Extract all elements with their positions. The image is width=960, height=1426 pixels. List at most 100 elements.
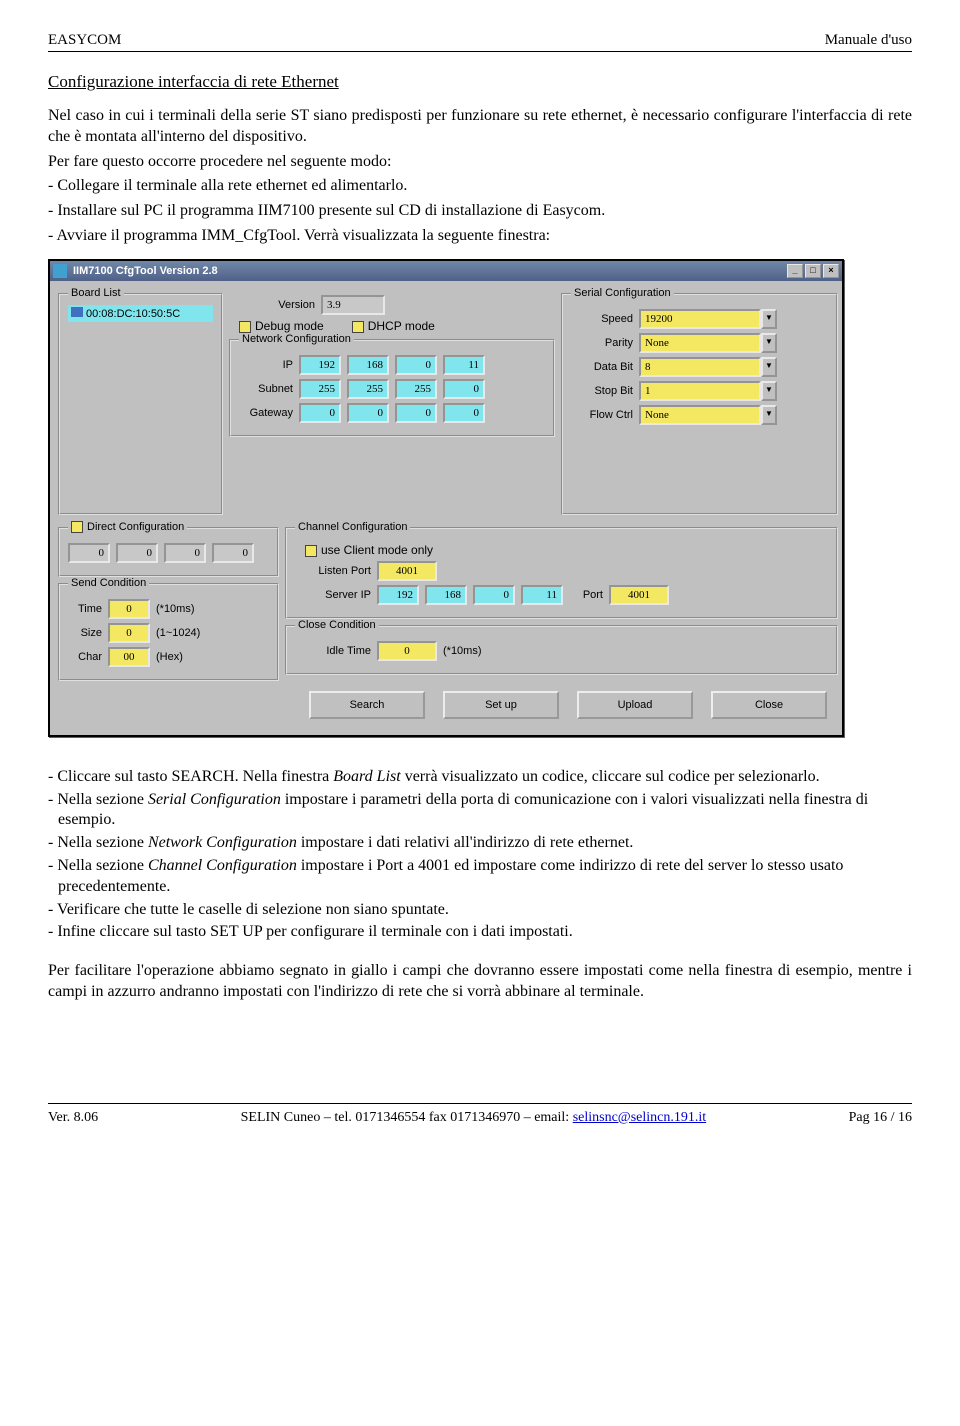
listen-port-field[interactable]: 4001 [377, 561, 437, 581]
gateway-field-1[interactable]: 0 [299, 403, 341, 423]
footer-contact: SELIN Cuneo – tel. 0171346554 fax 017134… [241, 1110, 707, 1126]
maximize-button[interactable]: □ [805, 264, 821, 278]
step-top-3: - Avviare il programma IMM_CfgTool. Verr… [48, 226, 912, 247]
serverip-field-2[interactable]: 168 [425, 585, 467, 605]
intro-paragraph-2: Per fare questo occorre procedere nel se… [48, 152, 912, 173]
footer-page: Pag 16 / 16 [849, 1110, 912, 1126]
direct-checkbox[interactable] [71, 521, 83, 533]
time-suffix: (*10ms) [156, 603, 195, 615]
parity-select[interactable]: None▼ [639, 333, 777, 353]
databit-select[interactable]: 8▼ [639, 357, 777, 377]
server-ip-label: Server IP [295, 589, 371, 601]
step-bottom-5: - Verificare che tutte le caselle di sel… [48, 900, 912, 921]
serial-config-legend: Serial Configuration [571, 287, 674, 299]
size-field[interactable]: 0 [108, 623, 150, 643]
center-top-column: Version 3.9 Debug mode DHCP mode Network… [229, 287, 555, 515]
header-rule [48, 51, 912, 52]
ip-field-4[interactable]: 11 [443, 355, 485, 375]
subnet-field-3[interactable]: 255 [395, 379, 437, 399]
char-field[interactable]: 00 [108, 647, 150, 667]
chevron-down-icon: ▼ [761, 309, 777, 329]
app-window: IIM7100 CfgTool Version 2.8 _ □ × Board … [48, 259, 844, 737]
time-label: Time [68, 603, 102, 615]
titlebar: IIM7100 CfgTool Version 2.8 _ □ × [50, 261, 842, 281]
version-label: Version [229, 299, 315, 311]
ip-label: IP [239, 359, 293, 371]
idle-time-label: Idle Time [295, 645, 371, 657]
subnet-label: Subnet [239, 383, 293, 395]
network-config-group: Network Configuration IP 192 168 0 11 Su… [229, 339, 555, 437]
channel-config-group: Channel Configuration use Client mode on… [285, 527, 838, 619]
direct-config-group: Direct Configuration 0 0 0 0 [58, 527, 279, 577]
gateway-field-2[interactable]: 0 [347, 403, 389, 423]
footer-version: Ver. 8.06 [48, 1110, 98, 1126]
board-list-group: Board List 00:08:DC:10:50:5C [58, 293, 223, 515]
board-list-legend: Board List [68, 287, 124, 299]
board-list-item[interactable]: 00:08:DC:10:50:5C [68, 305, 213, 322]
serverip-field-4[interactable]: 11 [521, 585, 563, 605]
step-bottom-3: - Nella sezione Network Configuration im… [48, 833, 912, 854]
send-condition-legend: Send Condition [68, 577, 149, 589]
debug-checkbox[interactable]: Debug mode [239, 319, 324, 333]
close-button[interactable]: × [823, 264, 839, 278]
step-bottom-4: - Nella sezione Channel Configuration im… [48, 856, 912, 898]
chevron-down-icon: ▼ [761, 357, 777, 377]
version-field: 3.9 [321, 295, 385, 315]
search-button[interactable]: Search [309, 691, 425, 719]
footer-rule [48, 1103, 912, 1104]
setup-button[interactable]: Set up [443, 691, 559, 719]
ip-field-1[interactable]: 192 [299, 355, 341, 375]
network-config-legend: Network Configuration [239, 333, 354, 345]
dhcp-checkbox[interactable]: DHCP mode [352, 319, 435, 333]
ip-field-2[interactable]: 168 [347, 355, 389, 375]
close-app-button[interactable]: Close [711, 691, 827, 719]
subnet-field-1[interactable]: 255 [299, 379, 341, 399]
header-right: Manuale d'uso [825, 32, 912, 49]
gateway-field-3[interactable]: 0 [395, 403, 437, 423]
direct-field-1[interactable]: 0 [68, 543, 110, 563]
direct-field-2[interactable]: 0 [116, 543, 158, 563]
char-label: Char [68, 651, 102, 663]
time-field[interactable]: 0 [108, 599, 150, 619]
gateway-label: Gateway [239, 407, 293, 419]
upload-button[interactable]: Upload [577, 691, 693, 719]
serverip-field-3[interactable]: 0 [473, 585, 515, 605]
port-label: Port [569, 589, 603, 601]
port-field[interactable]: 4001 [609, 585, 669, 605]
serial-config-group: Serial Configuration Speed 19200▼ Parity… [561, 293, 838, 515]
subnet-field-4[interactable]: 0 [443, 379, 485, 399]
board-icon [71, 307, 83, 317]
page-title: Configurazione interfaccia di rete Ether… [48, 72, 912, 92]
ip-field-3[interactable]: 0 [395, 355, 437, 375]
direct-field-4[interactable]: 0 [212, 543, 254, 563]
flowctrl-select[interactable]: None▼ [639, 405, 777, 425]
char-suffix: (Hex) [156, 651, 183, 663]
chevron-down-icon: ▼ [761, 405, 777, 425]
channel-config-legend: Channel Configuration [295, 521, 410, 533]
serverip-field-1[interactable]: 192 [377, 585, 419, 605]
stopbit-label: Stop Bit [571, 385, 633, 397]
minimize-button[interactable]: _ [787, 264, 803, 278]
subnet-field-2[interactable]: 255 [347, 379, 389, 399]
chevron-down-icon: ▼ [761, 381, 777, 401]
size-label: Size [68, 627, 102, 639]
page-header: EASYCOM Manuale d'uso [48, 32, 912, 49]
footer-email-link[interactable]: selinsnc@selincn.191.it [573, 1110, 706, 1125]
speed-label: Speed [571, 313, 633, 325]
idle-time-field[interactable]: 0 [377, 641, 437, 661]
idle-time-suffix: (*10ms) [443, 645, 482, 657]
direct-field-3[interactable]: 0 [164, 543, 206, 563]
page-footer: Ver. 8.06 SELIN Cuneo – tel. 0171346554 … [48, 1110, 912, 1126]
flowctrl-label: Flow Ctrl [571, 409, 633, 421]
app-icon [53, 264, 67, 278]
databit-label: Data Bit [571, 361, 633, 373]
gateway-field-4[interactable]: 0 [443, 403, 485, 423]
close-condition-group: Close Condition Idle Time 0 (*10ms) [285, 625, 838, 675]
stopbit-select[interactable]: 1▼ [639, 381, 777, 401]
speed-select[interactable]: 19200▼ [639, 309, 777, 329]
parity-label: Parity [571, 337, 633, 349]
step-top-1: - Collegare il terminale alla rete ether… [48, 176, 912, 197]
client-mode-checkbox[interactable]: use Client mode only [305, 543, 433, 557]
size-suffix: (1~1024) [156, 627, 200, 639]
step-bottom-2: - Nella sezione Serial Configuration imp… [48, 790, 912, 832]
